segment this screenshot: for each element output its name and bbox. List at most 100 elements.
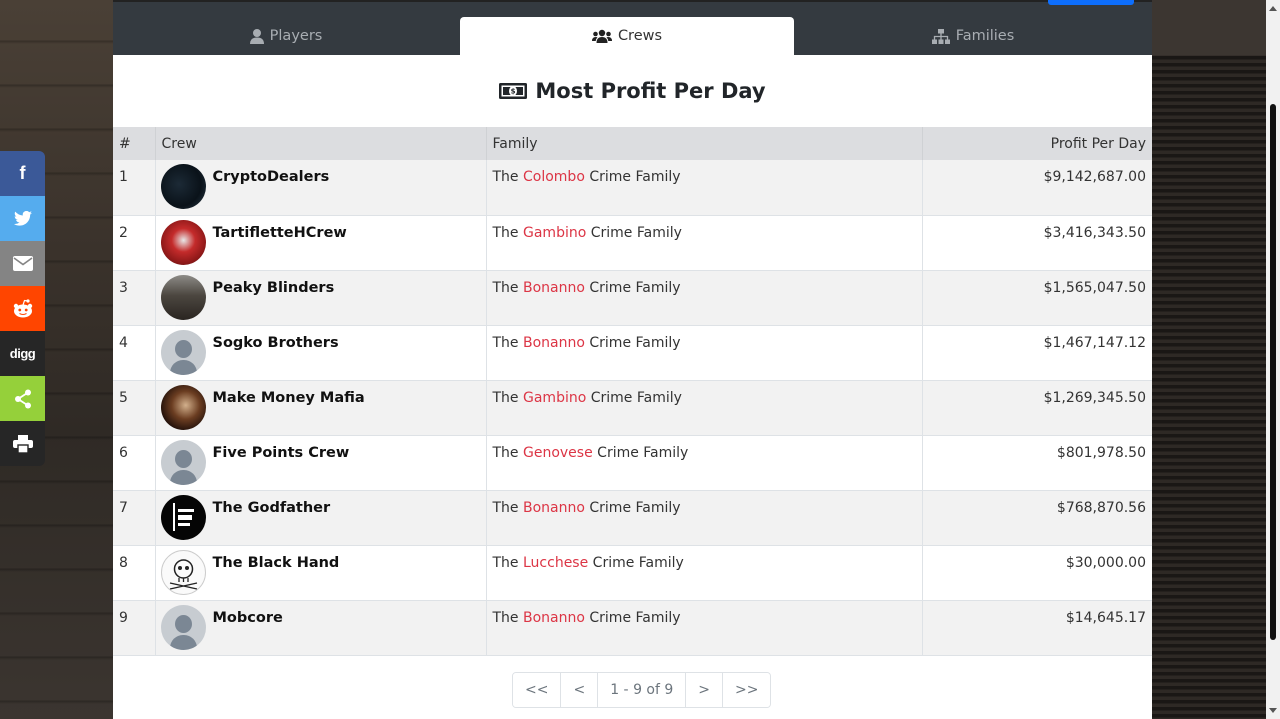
rank-cell: 6 bbox=[113, 435, 156, 490]
family-suffix: Crime Family bbox=[589, 169, 681, 185]
crew-name-link[interactable]: TartifletteHCrew bbox=[213, 220, 347, 241]
default-avatar-icon[interactable] bbox=[160, 604, 206, 650]
crew-name-link[interactable]: CryptoDealers bbox=[213, 164, 330, 185]
crew-name-link[interactable]: Peaky Blinders bbox=[213, 275, 335, 296]
twitter-share-button[interactable] bbox=[0, 196, 45, 241]
money-bill-icon: $ bbox=[499, 83, 528, 99]
table-row: 2 TartifletteHCrew The Gambino Crime Fam… bbox=[113, 215, 1152, 270]
email-share-button[interactable] bbox=[0, 241, 45, 286]
family-link[interactable]: Genovese bbox=[523, 445, 593, 461]
skull-icon bbox=[169, 558, 197, 590]
tab-players[interactable]: Players bbox=[113, 17, 459, 55]
print-button[interactable] bbox=[0, 421, 45, 466]
crew-avatar[interactable] bbox=[160, 494, 206, 540]
rank-cell: 7 bbox=[113, 490, 156, 545]
family-link[interactable]: Colombo bbox=[523, 169, 585, 185]
digg-share-button[interactable]: digg bbox=[0, 331, 45, 376]
next-page-button[interactable]: > bbox=[686, 673, 724, 707]
crew-cell: The Godfather bbox=[155, 490, 487, 545]
table-header-row: # Crew Family Profit Per Day bbox=[113, 127, 1152, 160]
family-cell: The Bonanno Crime Family bbox=[486, 490, 923, 545]
table-row: 4 Sogko Brothers The Bonanno Crime Famil… bbox=[113, 325, 1152, 380]
crew-cell: CryptoDealers bbox=[155, 160, 487, 215]
first-page-button[interactable]: << bbox=[513, 673, 562, 707]
family-link[interactable]: Gambino bbox=[523, 390, 586, 406]
header-rank[interactable]: # bbox=[113, 127, 156, 160]
godfather-logo-icon bbox=[172, 502, 194, 531]
family-link[interactable]: Bonanno bbox=[523, 500, 585, 516]
crew-name-link[interactable]: The Black Hand bbox=[213, 550, 340, 571]
crew-name-link[interactable]: Make Money Mafia bbox=[213, 385, 365, 406]
family-link[interactable]: Gambino bbox=[523, 225, 586, 241]
accent-bar bbox=[1048, 0, 1134, 5]
background-right bbox=[1152, 0, 1280, 719]
rank-cell: 4 bbox=[113, 325, 156, 380]
crew-name-link[interactable]: The Godfather bbox=[213, 495, 331, 516]
crew-cell: Mobcore bbox=[155, 600, 487, 655]
crew-avatar[interactable] bbox=[160, 274, 206, 320]
scroll-up-icon[interactable] bbox=[1269, 6, 1277, 11]
reddit-share-button[interactable] bbox=[0, 286, 45, 331]
print-icon bbox=[12, 434, 33, 453]
crew-cell: Sogko Brothers bbox=[155, 325, 487, 380]
family-prefix: The bbox=[492, 279, 519, 296]
tab-crews[interactable]: Crews bbox=[460, 17, 794, 55]
crew-name-link[interactable]: Mobcore bbox=[213, 605, 283, 626]
facebook-share-button[interactable]: f bbox=[0, 151, 45, 196]
family-cell: The Bonanno Crime Family bbox=[486, 325, 923, 380]
family-suffix: Crime Family bbox=[589, 609, 681, 626]
family-link[interactable]: Bonanno bbox=[523, 610, 585, 626]
family-cell: The Lucchese Crime Family bbox=[486, 545, 923, 600]
crew-name-link[interactable]: Sogko Brothers bbox=[213, 330, 339, 351]
crew-cell: Five Points Crew bbox=[155, 435, 487, 490]
header-profit[interactable]: Profit Per Day bbox=[922, 127, 1152, 160]
header-crew[interactable]: Crew bbox=[155, 127, 487, 160]
prev-page-button[interactable]: < bbox=[561, 673, 599, 707]
scroll-down-icon[interactable] bbox=[1269, 708, 1277, 713]
email-icon bbox=[12, 256, 33, 271]
page-scrollbar[interactable] bbox=[1266, 0, 1280, 719]
family-suffix: Crime Family bbox=[592, 554, 684, 571]
family-link[interactable]: Lucchese bbox=[523, 555, 588, 571]
pagination: << < 1 - 9 of 9 > >> bbox=[512, 672, 772, 708]
tab-crews-label: Crews bbox=[617, 28, 663, 44]
rank-cell: 9 bbox=[113, 600, 156, 655]
rank-cell: 3 bbox=[113, 270, 156, 325]
default-avatar-icon[interactable] bbox=[160, 439, 206, 485]
rank-cell: 5 bbox=[113, 380, 156, 435]
svg-text:$: $ bbox=[511, 88, 516, 96]
profit-cell: $1,565,047.50 bbox=[1043, 279, 1146, 296]
default-avatar-icon[interactable] bbox=[160, 329, 206, 375]
crew-name-link[interactable]: Five Points Crew bbox=[213, 440, 350, 461]
share-icon bbox=[14, 389, 31, 408]
family-link[interactable]: Bonanno bbox=[523, 335, 585, 351]
table-row: 1 CryptoDealers The Colombo Crime Family… bbox=[113, 160, 1152, 215]
table-row: 3 Peaky Blinders The Bonanno Crime Famil… bbox=[113, 270, 1152, 325]
rank-cell: 2 bbox=[113, 215, 156, 270]
crew-avatar[interactable] bbox=[160, 549, 206, 595]
family-prefix: The bbox=[492, 444, 519, 461]
family-prefix: The bbox=[492, 389, 519, 406]
profit-cell: $30,000.00 bbox=[1065, 554, 1146, 571]
crew-avatar[interactable] bbox=[160, 164, 206, 209]
crew-avatar[interactable] bbox=[160, 384, 206, 430]
family-suffix: Crime Family bbox=[589, 279, 681, 296]
share-button[interactable] bbox=[0, 376, 45, 421]
header-family[interactable]: Family bbox=[486, 127, 923, 160]
family-link[interactable]: Bonanno bbox=[523, 280, 585, 296]
table-row: 8 The Black Hand The Lucchese Crime Fami… bbox=[113, 545, 1152, 600]
family-cell: The Bonanno Crime Family bbox=[486, 270, 923, 325]
family-suffix: Crime Family bbox=[597, 444, 689, 461]
crew-cell: Peaky Blinders bbox=[155, 270, 487, 325]
rank-cell: 8 bbox=[113, 545, 156, 600]
crew-avatar[interactable] bbox=[160, 219, 206, 265]
users-icon bbox=[591, 29, 612, 43]
scrollbar-thumb[interactable] bbox=[1270, 104, 1276, 640]
family-cell: The Gambino Crime Family bbox=[486, 380, 923, 435]
profit-cell: $1,467,147.12 bbox=[1043, 334, 1146, 351]
tab-families[interactable]: Families bbox=[794, 17, 1152, 55]
crew-leaderboard-table: # Crew Family Profit Per Day 1 CryptoDea… bbox=[113, 127, 1152, 656]
family-cell: The Gambino Crime Family bbox=[486, 215, 923, 270]
last-page-button[interactable]: >> bbox=[723, 673, 771, 707]
family-prefix: The bbox=[492, 334, 519, 351]
